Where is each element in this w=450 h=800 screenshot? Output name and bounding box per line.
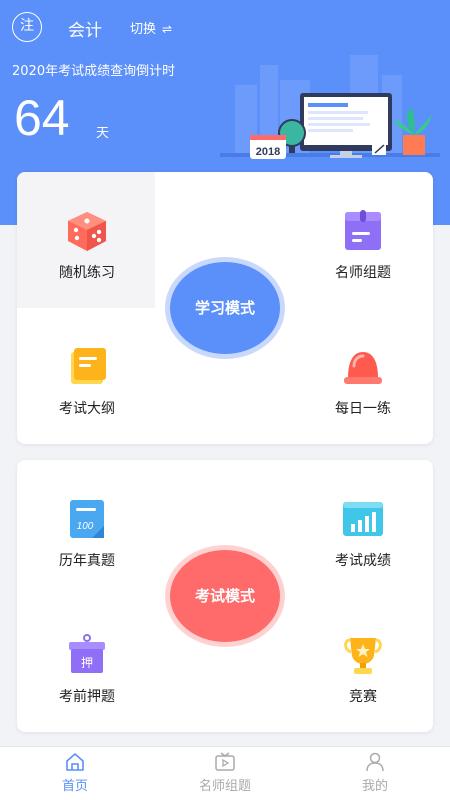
- purple-box-icon: [345, 210, 381, 250]
- item-label: 竞赛: [349, 689, 377, 705]
- user-icon: [366, 752, 384, 772]
- tab-label: 我的: [361, 779, 388, 794]
- score-sheet-icon: 100: [70, 500, 104, 538]
- countdown-unit: 天: [96, 126, 110, 141]
- subject-title: 会计: [68, 21, 102, 41]
- trophy-icon: [344, 638, 382, 674]
- teacher-compose-item[interactable]: 名师组题: [303, 208, 423, 282]
- past-papers-item[interactable]: 100 历年真题: [27, 496, 147, 570]
- tab-mine[interactable]: 我的: [315, 751, 435, 794]
- tab-teacher-compose[interactable]: 名师组题: [165, 751, 285, 794]
- bar-chart-icon: [343, 502, 383, 536]
- dice-icon: [68, 212, 106, 251]
- folder-icon: [71, 348, 106, 384]
- tab-label: 首页: [61, 779, 88, 794]
- tab-label: 名师组题: [198, 779, 251, 794]
- competition-item[interactable]: 竞赛: [303, 632, 423, 706]
- countdown-days: 64: [14, 90, 70, 146]
- pre-exam-predict-item[interactable]: 押 考前押题: [27, 632, 147, 706]
- item-label: 名师组题: [335, 265, 391, 281]
- home-icon: [66, 753, 84, 771]
- tv-play-icon: [215, 752, 235, 771]
- swap-icon: ⇌: [162, 22, 173, 36]
- study-mode-button[interactable]: 学习模式: [170, 262, 280, 354]
- bottom-tab-bar: 首页 名师组题 我的: [0, 746, 450, 800]
- exam-mode-card: 100 历年真题 考试成绩 押 考前押题 竞赛 考试模式: [17, 460, 433, 732]
- random-practice-item[interactable]: 随机练习: [27, 208, 147, 282]
- item-label: 随机练习: [59, 265, 115, 281]
- exam-score-item[interactable]: 考试成绩: [303, 496, 423, 570]
- item-label: 考试大纲: [59, 401, 115, 417]
- exam-mode-button[interactable]: 考试模式: [170, 550, 280, 642]
- certificate-badge[interactable]: 注: [12, 12, 42, 42]
- svg-text:押: 押: [81, 656, 93, 670]
- svg-text:100: 100: [77, 521, 94, 532]
- alarm-bell-icon: [344, 352, 382, 384]
- switch-subject-button[interactable]: 切换 ⇌: [130, 18, 172, 37]
- daily-practice-item[interactable]: 每日一练: [303, 344, 423, 418]
- desk-illustration: 2018: [220, 55, 440, 159]
- tab-home[interactable]: 首页: [15, 751, 135, 794]
- item-label: 考试成绩: [335, 553, 391, 569]
- exam-syllabus-item[interactable]: 考试大纲: [27, 344, 147, 418]
- item-label: 考前押题: [59, 689, 115, 705]
- countdown-title: 2020年考试成绩查询倒计时: [12, 64, 176, 79]
- study-mode-card: 随机练习 名师组题 考试大纲 每日一练 学习模式: [17, 172, 433, 444]
- calendar-year: 2018: [256, 146, 280, 158]
- item-label: 历年真题: [59, 553, 115, 569]
- stamp-box-icon: 押: [69, 634, 105, 673]
- switch-label: 切换: [130, 22, 157, 37]
- item-label: 每日一练: [335, 401, 391, 417]
